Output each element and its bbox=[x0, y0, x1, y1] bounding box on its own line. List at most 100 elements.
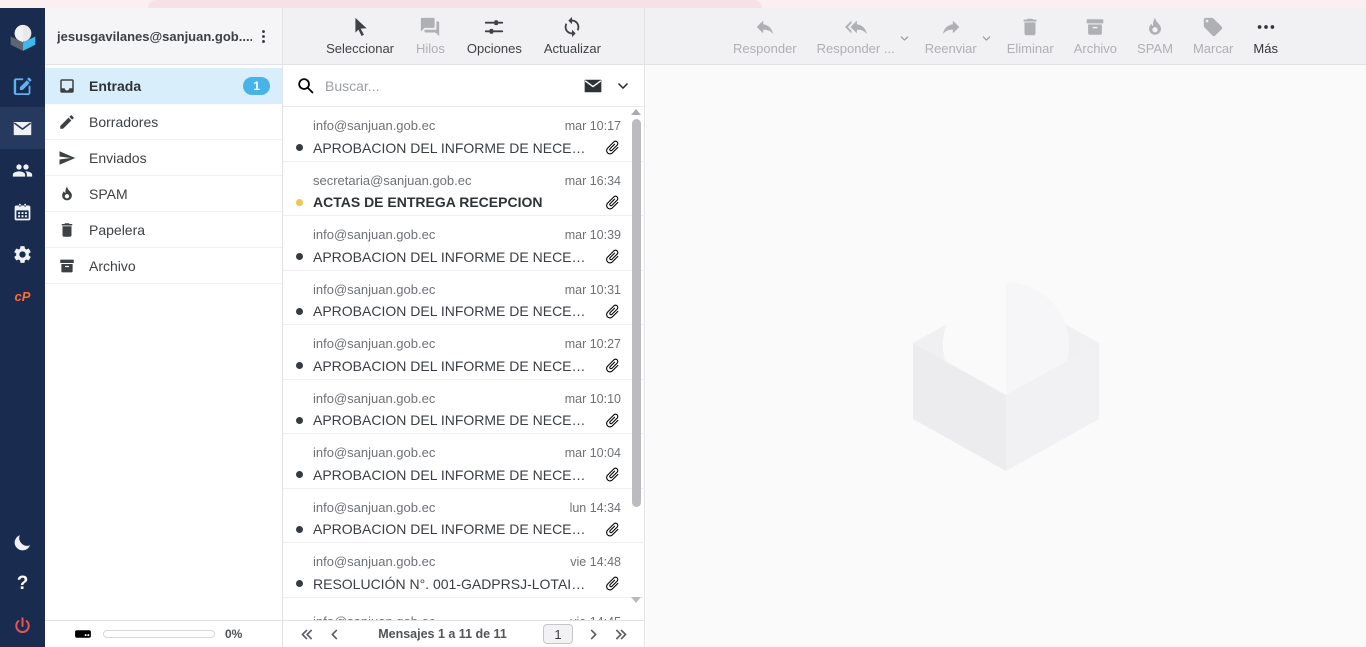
appbar-help-button[interactable]: ? bbox=[0, 563, 45, 605]
appbar-cpanel-button[interactable]: cP bbox=[0, 275, 45, 317]
appbar-compose-button[interactable] bbox=[0, 65, 45, 107]
status-dot[interactable] bbox=[296, 362, 303, 369]
message-row[interactable]: info@sanjuan.gob.ec mar 10:39 APROBACION… bbox=[283, 216, 645, 271]
status-dot[interactable] bbox=[296, 471, 303, 478]
msg-reply-all-menu-caret[interactable] bbox=[898, 16, 912, 56]
status-dot[interactable] bbox=[296, 580, 303, 587]
first-page-button[interactable] bbox=[294, 623, 318, 645]
appbar-dark-mode-button[interactable] bbox=[0, 521, 45, 563]
calendar-icon bbox=[12, 202, 33, 223]
msg-delete-button[interactable]: Eliminar bbox=[1000, 14, 1061, 58]
message-row[interactable]: info@sanjuan.gob.ec mar 10:27 APROBACION… bbox=[283, 325, 645, 380]
forward-icon bbox=[940, 16, 962, 38]
folder-label: Borradores bbox=[89, 114, 270, 130]
list-options-button[interactable]: Opciones bbox=[460, 14, 529, 58]
appbar-mail-button[interactable] bbox=[0, 107, 45, 149]
chevron-down-icon bbox=[616, 79, 630, 93]
message-row[interactable]: secretaria@sanjuan.gob.ec mar 16:34 ACTA… bbox=[283, 162, 645, 217]
mail-icon bbox=[12, 118, 33, 139]
list-threads-button[interactable]: Hilos bbox=[409, 14, 452, 58]
pagination-summary: Mensajes 1 a 11 de 11 bbox=[350, 627, 535, 641]
msg-archive-button[interactable]: Archivo bbox=[1067, 14, 1124, 58]
message-date: lun 14:34 bbox=[570, 501, 621, 515]
pagination-bar: Mensajes 1 a 11 de 11 bbox=[283, 620, 645, 647]
message-sender: info@sanjuan.gob.ec bbox=[313, 118, 557, 133]
list-refresh-button[interactable]: Actualizar bbox=[537, 14, 608, 58]
folder-label: Papelera bbox=[89, 222, 270, 238]
roundcube-watermark-logo bbox=[896, 261, 1116, 471]
status-dot[interactable] bbox=[296, 199, 303, 206]
folder-item-archive[interactable]: Archivo bbox=[45, 248, 282, 284]
message-row[interactable]: info@sanjuan.gob.ec mar 10:17 APROBACION… bbox=[283, 107, 645, 162]
message-subject: APROBACION DEL INFORME DE NECESIDA... bbox=[313, 521, 594, 537]
page-number-input[interactable] bbox=[543, 624, 573, 644]
toolbar-button-label: Más bbox=[1253, 41, 1278, 56]
search-options-caret[interactable] bbox=[615, 74, 631, 98]
message-subject: APROBACION DEL INFORME DE NECESIDA... bbox=[313, 140, 594, 156]
status-dot[interactable] bbox=[296, 308, 303, 315]
msg-more-button[interactable]: Más bbox=[1246, 14, 1285, 58]
message-sender: info@sanjuan.gob.ec bbox=[313, 500, 562, 515]
scrollbar-thumb[interactable] bbox=[632, 119, 641, 507]
appbar-logout-button[interactable] bbox=[0, 605, 45, 647]
folder-item-sent[interactable]: Enviados bbox=[45, 140, 282, 176]
folder-item-drafts[interactable]: Borradores bbox=[45, 104, 282, 140]
message-row[interactable]: info@sanjuan.gob.ec mar 10:10 APROBACION… bbox=[283, 380, 645, 435]
msg-reply-all-button[interactable]: Responder ... bbox=[810, 14, 902, 58]
roundcube-logo-icon bbox=[8, 22, 38, 52]
delete-icon bbox=[1019, 16, 1041, 38]
next-page-button[interactable] bbox=[581, 623, 605, 645]
attachment-icon bbox=[600, 190, 624, 214]
top-strip-highlight bbox=[148, 0, 762, 8]
message-date: mar 10:31 bbox=[565, 283, 621, 297]
folder-item-spam[interactable]: SPAM bbox=[45, 176, 282, 212]
msg-forward-menu-caret[interactable] bbox=[980, 16, 994, 56]
status-dot[interactable] bbox=[296, 417, 303, 424]
attachment-icon bbox=[600, 136, 624, 160]
dark-mode-icon bbox=[12, 532, 33, 553]
msg-reply-button[interactable]: Responder bbox=[726, 14, 804, 58]
folder-pane: Entrada 1 Borradores Enviados SPAM Papel… bbox=[45, 65, 283, 620]
toolbar-button-label: SPAM bbox=[1137, 41, 1173, 56]
attachment-icon bbox=[600, 354, 624, 378]
toolbar-button-label: Marcar bbox=[1193, 41, 1233, 56]
message-subject: APROBACION DEL INFORME DE NECESIDA... bbox=[313, 303, 594, 319]
msg-forward-button[interactable]: Reenviar bbox=[918, 14, 984, 58]
message-row[interactable]: info@sanjuan.gob.ec vie 14:48 RESOLUCIÓN… bbox=[283, 543, 645, 598]
message-row[interactable]: info@sanjuan.gob.ec vie 14:45 bbox=[283, 598, 645, 621]
account-menu-button[interactable] bbox=[252, 21, 274, 51]
message-row[interactable]: info@sanjuan.gob.ec lun 14:34 APROBACION… bbox=[283, 489, 645, 544]
last-page-button[interactable] bbox=[609, 623, 633, 645]
status-dot[interactable] bbox=[296, 526, 303, 533]
list-scrollbar[interactable] bbox=[631, 109, 642, 620]
msg-junk-button[interactable]: SPAM bbox=[1130, 14, 1180, 58]
status-dot[interactable] bbox=[296, 253, 303, 260]
archive-icon bbox=[1084, 16, 1106, 38]
chevron-down-icon bbox=[981, 33, 992, 44]
prev-page-button[interactable] bbox=[322, 623, 346, 645]
msg-mark-button[interactable]: Marcar bbox=[1186, 14, 1240, 58]
drafts-icon bbox=[58, 113, 76, 131]
search-scope-button[interactable] bbox=[581, 74, 605, 98]
scrollbar-up-arrow[interactable] bbox=[631, 109, 641, 115]
message-list-pane: info@sanjuan.gob.ec mar 10:17 APROBACION… bbox=[283, 65, 645, 620]
header-bar: jesusgavilanes@sanjuan.gob.... Seleccion… bbox=[45, 8, 1366, 65]
message-sender: info@sanjuan.gob.ec bbox=[313, 336, 557, 351]
app-logo[interactable] bbox=[0, 8, 45, 65]
toolbar-button-label: Responder ... bbox=[817, 41, 895, 56]
top-strip bbox=[0, 0, 1366, 8]
search-input[interactable] bbox=[325, 78, 571, 94]
folder-item-inbox[interactable]: Entrada 1 bbox=[45, 68, 282, 104]
appbar-calendar-button[interactable] bbox=[0, 191, 45, 233]
message-row[interactable]: info@sanjuan.gob.ec mar 10:04 APROBACION… bbox=[283, 434, 645, 489]
app-sidebar: cP ? bbox=[0, 8, 45, 647]
list-select-button[interactable]: Seleccionar bbox=[319, 14, 401, 58]
message-sender: info@sanjuan.gob.ec bbox=[313, 554, 562, 569]
status-dot[interactable] bbox=[296, 144, 303, 151]
folder-item-trash[interactable]: Papelera bbox=[45, 212, 282, 248]
message-row[interactable]: info@sanjuan.gob.ec mar 10:31 APROBACION… bbox=[283, 271, 645, 326]
scrollbar-down-arrow[interactable] bbox=[631, 597, 641, 603]
appbar-contacts-button[interactable] bbox=[0, 149, 45, 191]
appbar-settings-button[interactable] bbox=[0, 233, 45, 275]
search-icon[interactable] bbox=[296, 76, 315, 95]
